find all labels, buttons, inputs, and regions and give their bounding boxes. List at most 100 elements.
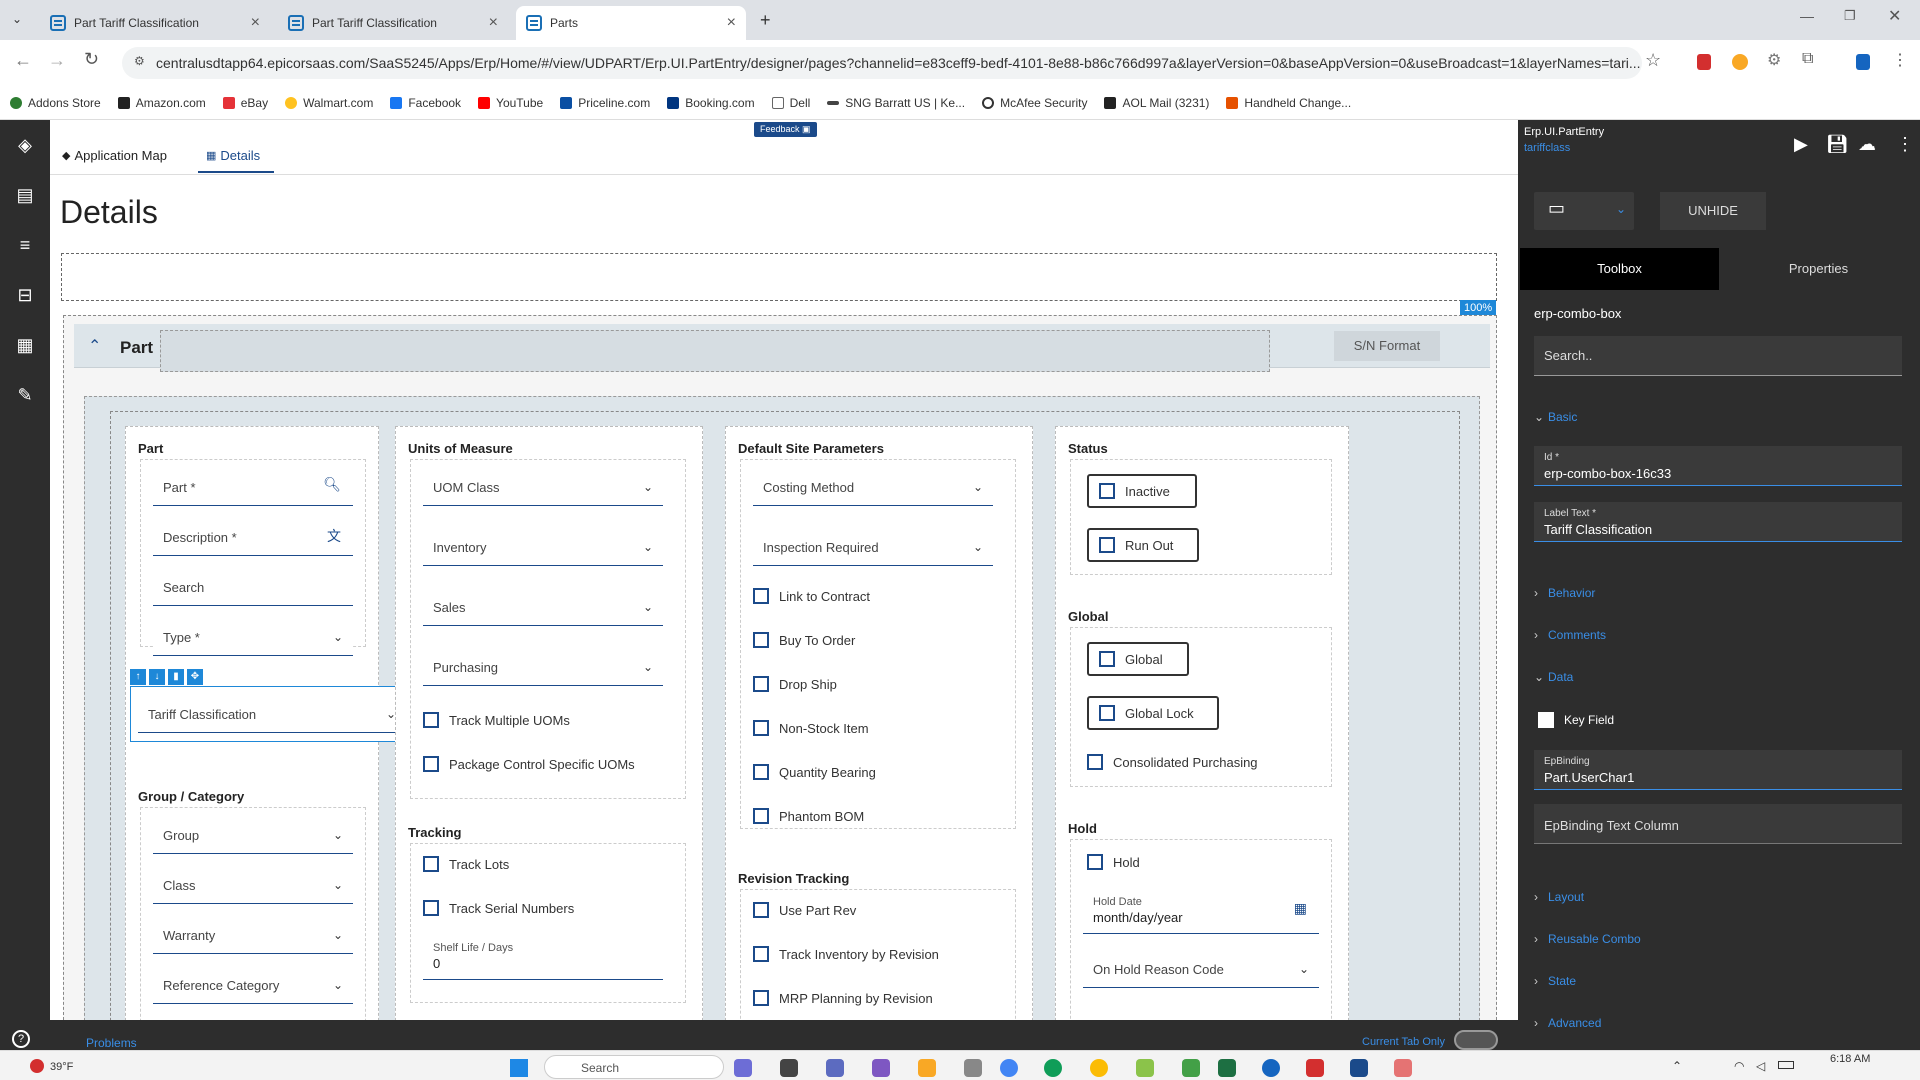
taskbar-search-input[interactable]: Search: [544, 1055, 724, 1079]
mrp-planning-revision-checkbox[interactable]: MRP Planning by Revision: [753, 990, 933, 1006]
weather-icon[interactable]: [30, 1059, 44, 1073]
hold-checkbox[interactable]: Hold: [1087, 854, 1140, 870]
class-select[interactable]: Class ⌄: [153, 864, 353, 904]
track-inventory-revision-checkbox[interactable]: Track Inventory by Revision: [753, 946, 939, 962]
bookmark-amazon[interactable]: Amazon.com: [117, 96, 206, 110]
header-drop-zone[interactable]: [61, 253, 1497, 301]
drag-icon[interactable]: ✥: [187, 669, 203, 685]
close-window-icon[interactable]: ✕: [1888, 6, 1901, 26]
design-canvas[interactable]: ⌃ Part S/N Format Part Part * 🔍︎ Descript…: [63, 315, 1497, 1020]
global-lock-checkbox[interactable]: Global Lock: [1087, 696, 1219, 730]
translate-icon[interactable]: 文: [327, 526, 341, 546]
link-to-contract-checkbox[interactable]: Link to Contract: [753, 588, 870, 604]
group-comments[interactable]: › Comments: [1534, 628, 1606, 642]
new-tab-button[interactable]: +: [760, 10, 771, 31]
app-icon-8[interactable]: [1182, 1059, 1200, 1077]
app-icon-1[interactable]: [734, 1059, 752, 1077]
acrobat-icon[interactable]: [1306, 1059, 1324, 1077]
id-field[interactable]: Id * erp-combo-box-16c33: [1534, 446, 1902, 486]
problems-link[interactable]: Problems: [86, 1036, 137, 1050]
group-reusable-combo[interactable]: › Reusable Combo: [1534, 932, 1641, 946]
group-state[interactable]: › State: [1534, 974, 1576, 988]
bookmark-aol-mail[interactable]: AOL Mail (3231): [1104, 96, 1209, 110]
group-layout[interactable]: › Layout: [1534, 890, 1584, 904]
tab-toolbox[interactable]: Toolbox: [1520, 248, 1719, 290]
wifi-icon[interactable]: ◠: [1734, 1059, 1744, 1073]
tariff-classification-select[interactable]: Tariff Classification ⌄: [138, 693, 406, 733]
preview-play-icon[interactable]: ▶: [1794, 134, 1808, 155]
close-icon[interactable]: ×: [489, 14, 498, 32]
tab-application-map[interactable]: ◆ Application Map: [62, 148, 167, 163]
panel-toolbar-zone[interactable]: [160, 330, 1270, 372]
calendar-icon[interactable]: ▦: [1294, 900, 1307, 917]
uom-class-select[interactable]: UOM Class ⌄: [423, 466, 663, 506]
data-icon[interactable]: ⊟: [14, 284, 36, 306]
app-icon-6[interactable]: [1090, 1059, 1108, 1077]
search-icon[interactable]: 🔍︎: [323, 476, 341, 493]
hold-date-input[interactable]: Hold Date month/day/year ▦: [1083, 890, 1319, 934]
app-icon-11[interactable]: [1394, 1059, 1412, 1077]
battery-icon[interactable]: [1778, 1061, 1794, 1069]
close-icon[interactable]: ×: [251, 14, 260, 32]
app-icon-7[interactable]: [1136, 1059, 1154, 1077]
weather-temp[interactable]: 39°F: [50, 1061, 73, 1073]
site-info-icon[interactable]: ⚙: [134, 54, 145, 68]
track-serial-checkbox[interactable]: Track Serial Numbers: [423, 900, 574, 916]
browser-tab-1[interactable]: Part Tariff Classification ×: [40, 6, 270, 40]
inventory-uom-select[interactable]: Inventory ⌄: [423, 526, 663, 566]
list-icon[interactable]: ≡: [14, 234, 36, 256]
collapse-chevron-icon[interactable]: ⌃: [88, 336, 101, 356]
folder-icon[interactable]: [918, 1059, 936, 1077]
use-part-rev-checkbox[interactable]: Use Part Rev: [753, 902, 856, 918]
bookmark-dell[interactable]: Dell: [771, 96, 810, 110]
edge-icon[interactable]: [1044, 1059, 1062, 1077]
tray-chevron-icon[interactable]: ⌃: [1672, 1059, 1682, 1073]
bookmark-sng-barratt[interactable]: SNG Barratt US | Ke...: [827, 96, 965, 110]
costing-method-select[interactable]: Costing Method ⌄: [753, 466, 993, 506]
move-up-icon[interactable]: ↑: [130, 669, 146, 685]
app-icon-9[interactable]: [1262, 1059, 1280, 1077]
global-checkbox[interactable]: Global: [1087, 642, 1189, 676]
bookmark-booking[interactable]: Booking.com: [667, 96, 755, 110]
track-lots-checkbox[interactable]: Track Lots: [423, 856, 509, 872]
start-icon[interactable]: [510, 1059, 528, 1077]
inspection-required-select[interactable]: Inspection Required ⌄: [753, 526, 993, 566]
non-stock-checkbox[interactable]: Non-Stock Item: [753, 720, 869, 736]
phantom-bom-checkbox[interactable]: Phantom BOM: [753, 808, 864, 824]
epbinding-text-column-field[interactable]: EpBinding Text Column: [1534, 804, 1902, 844]
help-icon[interactable]: ?: [12, 1030, 30, 1048]
grid-icon[interactable]: ▦: [14, 334, 36, 356]
forward-icon[interactable]: →: [48, 50, 66, 71]
shield-icon[interactable]: [1856, 54, 1870, 70]
bookmark-mcafee[interactable]: McAfee Security: [982, 96, 1087, 110]
delete-icon[interactable]: ▮: [168, 669, 184, 685]
unhide-button[interactable]: UNHIDE: [1660, 192, 1766, 230]
group-behavior[interactable]: › Behavior: [1534, 586, 1595, 600]
group-data[interactable]: ⌄ Data: [1534, 670, 1573, 684]
bookmark-facebook[interactable]: Facebook: [390, 96, 461, 110]
app-icon-10[interactable]: [1350, 1059, 1368, 1077]
app-icon-3[interactable]: [826, 1059, 844, 1077]
edit-icon[interactable]: ✎: [14, 384, 36, 406]
tab-properties[interactable]: Properties: [1719, 248, 1918, 290]
drop-ship-checkbox[interactable]: Drop Ship: [753, 676, 837, 692]
tab-list-chevron-icon[interactable]: ⌄: [12, 12, 22, 26]
inactive-checkbox[interactable]: Inactive: [1087, 474, 1197, 508]
save-icon[interactable]: 💾︎: [1826, 134, 1849, 155]
track-multiple-uoms-checkbox[interactable]: Track Multiple UOMs: [423, 712, 570, 728]
on-hold-reason-select[interactable]: On Hold Reason Code ⌄: [1083, 948, 1319, 988]
volume-icon[interactable]: ◁: [1756, 1059, 1765, 1073]
browser-tab-2[interactable]: Part Tariff Classification ×: [278, 6, 508, 40]
back-icon[interactable]: ←: [14, 50, 32, 71]
publish-cloud-icon[interactable]: ☁: [1858, 134, 1876, 155]
layer-name-link[interactable]: tariffclass: [1524, 142, 1570, 154]
minimize-icon[interactable]: —: [1800, 8, 1814, 24]
extension-red-icon[interactable]: [1697, 54, 1711, 70]
key-field-checkbox[interactable]: Key Field: [1538, 712, 1614, 728]
bookmark-walmart[interactable]: Walmart.com: [285, 96, 373, 110]
consolidated-purchasing-checkbox[interactable]: Consolidated Purchasing: [1087, 754, 1258, 770]
close-icon[interactable]: ×: [727, 14, 736, 32]
part-input[interactable]: Part * 🔍︎: [153, 466, 353, 506]
app-icon-2[interactable]: [780, 1059, 798, 1077]
run-out-checkbox[interactable]: Run Out: [1087, 528, 1199, 562]
